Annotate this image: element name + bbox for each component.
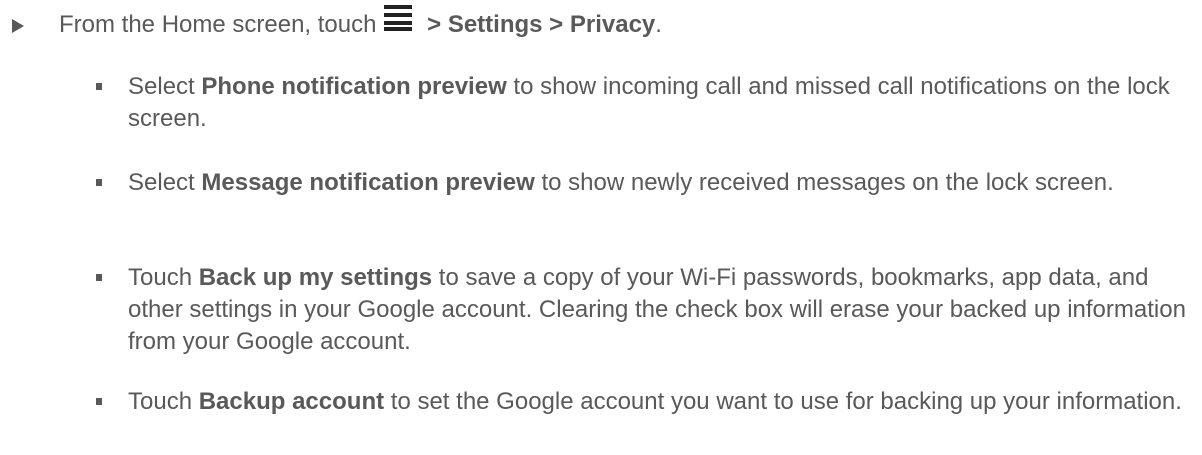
step-settings: Settings <box>447 10 543 38</box>
list-item-text: Touch Backup account to set the Google a… <box>128 386 1188 418</box>
item-post: to set the Google account you want to us… <box>384 388 1182 415</box>
bullet-square-icon <box>96 274 102 281</box>
bullet-square-icon <box>96 398 102 405</box>
step-end: . <box>655 10 662 38</box>
step-intro: From the Home screen, touch <box>59 10 377 38</box>
item-pre: Touch <box>128 264 199 291</box>
item-option-name: Message notification preview <box>201 169 535 196</box>
step-arrow-icon <box>12 19 24 33</box>
item-option-name: Phone notification preview <box>201 73 507 100</box>
step-text: From the Home screen, touch > Settings >… <box>59 5 662 43</box>
item-option-name: Back up my settings <box>198 264 433 291</box>
item-pre: Touch <box>128 388 199 415</box>
menu-icon <box>384 5 413 40</box>
list-item-text: Touch Back up my settings to save a copy… <box>128 262 1188 358</box>
item-pre: Select <box>128 73 202 100</box>
step-privacy: Privacy <box>569 10 656 38</box>
list-item-text: Select Message notification preview to s… <box>128 167 1188 199</box>
bullet-square-icon <box>96 179 102 186</box>
list-item-text: Select Phone notification preview to sho… <box>128 71 1188 135</box>
item-option-name: Backup account <box>198 388 385 415</box>
step-separator-1: > <box>420 10 448 38</box>
item-pre: Select <box>128 169 202 196</box>
step-separator-2: > <box>542 10 570 38</box>
item-post: to show newly received messages on the l… <box>534 169 1114 196</box>
bullet-square-icon <box>96 83 102 90</box>
